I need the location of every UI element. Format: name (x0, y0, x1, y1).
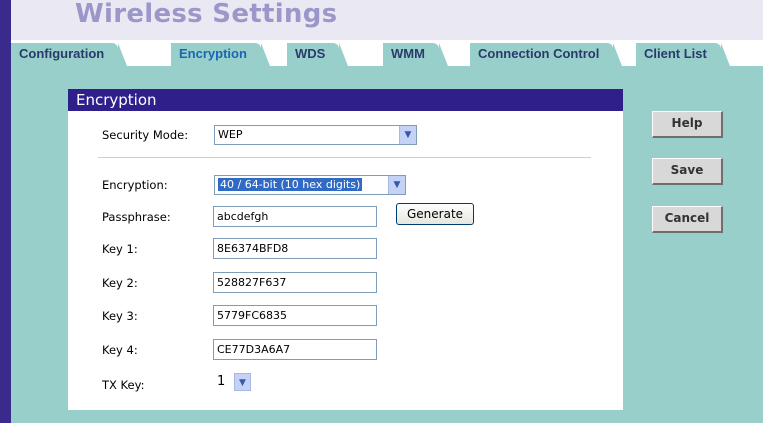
security-mode-label: Security Mode: (102, 128, 189, 142)
chevron-down-icon: ▼ (399, 126, 416, 144)
key-3-label: Key 3: (102, 309, 138, 323)
tx-key-value: 1 (217, 374, 226, 389)
tx-key-label: TX Key: (102, 378, 145, 392)
generate-button[interactable]: Generate (396, 203, 475, 225)
key-4-input[interactable]: CE77D3A6A7 (213, 339, 377, 360)
tx-key-select[interactable]: 1 ▼ (214, 373, 251, 393)
passphrase-input[interactable]: abcdefgh (213, 206, 377, 227)
encryption-select[interactable]: 40 / 64-bit (10 hex digits) ▼ (214, 175, 406, 195)
chevron-down-icon: ▼ (234, 373, 251, 391)
key-2-input[interactable]: 528827F637 (213, 272, 377, 293)
tab-bar: Configuration Encryption WDS WMM Connect… (11, 40, 763, 66)
content-area: Encryption Security Mode: WEP ▼ Encrypti… (11, 66, 763, 423)
key-3-input[interactable]: 5779FC6835 (213, 305, 377, 326)
save-button[interactable]: Save (652, 158, 723, 185)
tab-connection-control[interactable]: Connection Control (470, 43, 623, 66)
key-1-input[interactable]: 8E6374BFD8 (213, 238, 377, 259)
section-divider (98, 157, 591, 158)
page-header: Wireless Settings (11, 0, 763, 40)
security-mode-value: WEP (218, 128, 243, 141)
tab-client-list[interactable]: Client List (636, 43, 730, 66)
tab-wds[interactable]: WDS (287, 43, 349, 66)
key-2-label: Key 2: (102, 276, 138, 290)
passphrase-label: Passphrase: (102, 210, 171, 224)
tab-wmm[interactable]: WMM (383, 43, 448, 66)
key-4-label: Key 4: (102, 343, 138, 357)
help-button[interactable]: Help (652, 111, 723, 138)
tab-encryption[interactable]: Encryption (171, 43, 270, 66)
key-1-label: Key 1: (102, 242, 138, 256)
security-mode-select[interactable]: WEP ▼ (214, 125, 417, 145)
encryption-label: Encryption: (102, 178, 168, 192)
tab-configuration[interactable]: Configuration (11, 43, 128, 66)
left-nav-bar (0, 0, 11, 423)
page-title: Wireless Settings (75, 0, 338, 29)
chevron-down-icon: ▼ (388, 176, 405, 194)
encryption-value: 40 / 64-bit (10 hex digits) (218, 178, 363, 191)
encryption-panel: Encryption Security Mode: WEP ▼ Encrypti… (68, 89, 623, 410)
cancel-button[interactable]: Cancel (652, 206, 723, 233)
panel-title: Encryption (68, 89, 623, 111)
